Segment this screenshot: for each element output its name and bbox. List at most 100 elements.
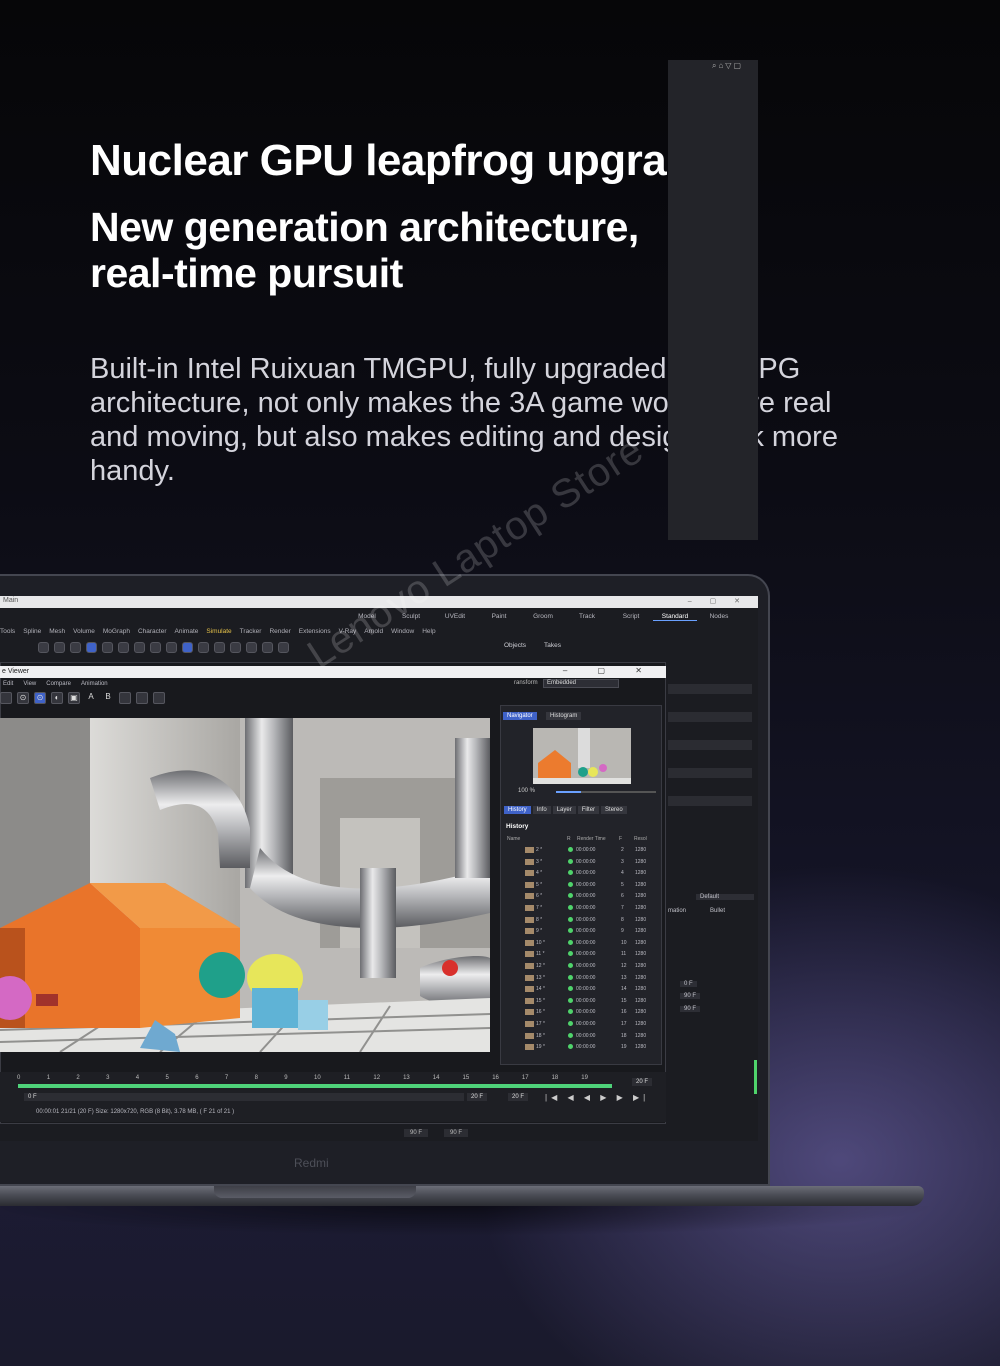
profile-select[interactable]: Embedded — [543, 679, 619, 688]
default-dropdown[interactable]: Default — [696, 894, 754, 900]
end-frame-field[interactable]: 20 F — [632, 1078, 653, 1086]
viewer-tool-button[interactable]: ⊙ — [34, 692, 46, 704]
viewer-tool-button[interactable] — [153, 692, 165, 704]
menu-view[interactable]: View — [23, 681, 36, 687]
panel-row[interactable] — [668, 712, 752, 722]
layout-tab[interactable]: Paint — [477, 613, 521, 621]
viewer-tool-button[interactable]: ⊙ — [17, 692, 29, 704]
frame-field-b[interactable]: 20 F — [508, 1093, 529, 1101]
panel-row[interactable] — [668, 796, 752, 806]
toolbar-button[interactable] — [38, 642, 49, 653]
toolbar-button[interactable] — [166, 642, 177, 653]
toolbar-button[interactable] — [54, 642, 65, 653]
layout-tab[interactable]: Groom — [521, 613, 565, 621]
toolbar-button[interactable] — [262, 642, 273, 653]
bottom-frame-field-b[interactable]: 90 F — [444, 1129, 469, 1137]
history-row[interactable]: 11 * 00:00:00 11 1280 — [525, 949, 655, 960]
tab-filter[interactable]: Filter — [577, 806, 600, 814]
menu-item[interactable]: Mesh — [49, 628, 65, 635]
frame-field-a[interactable]: 20 F — [467, 1093, 488, 1101]
history-row[interactable]: 5 * 00:00:00 5 1280 — [525, 880, 655, 891]
history-row[interactable]: 6 * 00:00:00 6 1280 — [525, 891, 655, 902]
frame-field[interactable]: 0 F — [680, 981, 697, 987]
compare-b-button[interactable]: B — [102, 692, 114, 704]
history-row[interactable]: 18 * 00:00:00 18 1280 — [525, 1031, 655, 1042]
thumbnail-image — [533, 728, 631, 784]
tab-layer[interactable]: Layer — [552, 806, 576, 814]
menu-edit[interactable]: Edit — [3, 681, 13, 687]
history-row[interactable]: 2 * 00:00:00 2 1280 — [525, 845, 655, 856]
toolbar-button[interactable] — [230, 642, 241, 653]
viewer-tool-button[interactable] — [119, 692, 131, 704]
toolbar-button[interactable] — [86, 642, 97, 653]
bottom-frame-field-a[interactable]: 90 F — [404, 1129, 429, 1137]
history-row[interactable]: 4 * 00:00:00 4 1280 — [525, 868, 655, 879]
panel-row[interactable] — [668, 768, 752, 778]
history-row[interactable]: 16 * 00:00:00 16 1280 — [525, 1007, 655, 1018]
menu-item[interactable]: Simulate — [206, 628, 231, 635]
menu-item[interactable]: Render — [269, 628, 290, 635]
viewer-tool-button[interactable]: ◐ — [51, 692, 63, 704]
history-row[interactable]: 12 * 00:00:00 12 1280 — [525, 961, 655, 972]
tab-info[interactable]: Info — [532, 806, 551, 814]
menu-item[interactable]: Tools — [0, 628, 15, 635]
tab-history[interactable]: History — [504, 806, 531, 814]
compare-a-button[interactable]: A — [85, 692, 97, 704]
toolbar-button[interactable] — [182, 642, 193, 653]
panel-icons[interactable]: ⌕⌂▽▢ — [712, 61, 743, 71]
history-row[interactable]: 9 * 00:00:00 9 1280 — [525, 926, 655, 937]
layout-tab[interactable]: Script — [609, 613, 653, 621]
toolbar-button[interactable] — [246, 642, 257, 653]
tab-takes[interactable]: Takes — [544, 642, 561, 649]
history-row[interactable]: 17 * 00:00:00 17 1280 — [525, 1019, 655, 1030]
menu-item[interactable]: Volume — [73, 628, 95, 635]
toolbar-button[interactable] — [70, 642, 81, 653]
toolbar-button[interactable] — [150, 642, 161, 653]
zoom-slider[interactable] — [556, 791, 656, 793]
menu-item[interactable]: Spline — [23, 628, 41, 635]
toolbar-button[interactable] — [278, 642, 289, 653]
history-row[interactable]: 15 * 00:00:00 15 1280 — [525, 996, 655, 1007]
start-frame-field[interactable]: 0 F — [24, 1093, 464, 1101]
history-row[interactable]: 14 * 00:00:00 14 1280 — [525, 984, 655, 995]
tab-histogram[interactable]: Histogram — [546, 712, 582, 720]
menu-compare[interactable]: Compare — [46, 681, 71, 687]
tab-stereo[interactable]: Stereo — [601, 806, 627, 814]
menu-item[interactable]: Tracker — [240, 628, 262, 635]
menu-item[interactable]: MoGraph — [103, 628, 130, 635]
viewer-tool-button[interactable] — [136, 692, 148, 704]
toolbar-button[interactable] — [198, 642, 209, 653]
menu-animation[interactable]: Animation — [81, 681, 108, 687]
history-row[interactable]: 19 * 00:00:00 19 1280 — [525, 1042, 655, 1053]
tab-navigator[interactable]: Navigator — [503, 712, 537, 720]
menu-item[interactable]: Character — [138, 628, 167, 635]
panel-row[interactable] — [668, 684, 752, 694]
layout-tab[interactable]: Track — [565, 613, 609, 621]
frame-field[interactable]: 90 F — [680, 993, 701, 999]
history-row[interactable]: 10 * 00:00:00 10 1280 — [525, 938, 655, 949]
toolbar-button[interactable] — [134, 642, 145, 653]
layout-tab[interactable]: UVEdit — [433, 613, 477, 621]
bullet-label[interactable]: Bullet — [710, 908, 725, 914]
layout-tab[interactable]: Standard — [653, 613, 697, 621]
layout-tab[interactable]: Nodes — [697, 613, 741, 621]
toolbar-button[interactable] — [118, 642, 129, 653]
playback-controls[interactable]: |◀ ◀ ◀ ▶ ▶ ▶| — [545, 1093, 649, 1102]
menu-item[interactable]: Animate — [175, 628, 199, 635]
frame-field[interactable]: 90 F — [680, 1006, 701, 1012]
viewer-tool-button[interactable]: ▣ — [68, 692, 80, 704]
history-row[interactable]: 7 * 00:00:00 7 1280 — [525, 903, 655, 914]
viewer-window-controls[interactable]: – ▢ ✕ — [563, 666, 656, 675]
navigator-thumbnail[interactable] — [533, 728, 631, 784]
history-row[interactable]: 3 * 00:00:00 3 1280 — [525, 857, 655, 868]
toolbar-button[interactable] — [214, 642, 225, 653]
viewer-tool-button[interactable] — [0, 692, 12, 704]
history-row[interactable]: 13 * 00:00:00 13 1280 — [525, 973, 655, 984]
panel-row[interactable] — [668, 740, 752, 750]
window-controls[interactable]: – ▢ ✕ — [688, 597, 748, 605]
timeline-scrubber[interactable] — [18, 1084, 612, 1088]
toolbar-button[interactable] — [102, 642, 113, 653]
tab-objects[interactable]: Objects — [504, 642, 526, 649]
history-row[interactable]: 8 * 00:00:00 8 1280 — [525, 915, 655, 926]
menu-item[interactable]: Help — [422, 628, 435, 635]
